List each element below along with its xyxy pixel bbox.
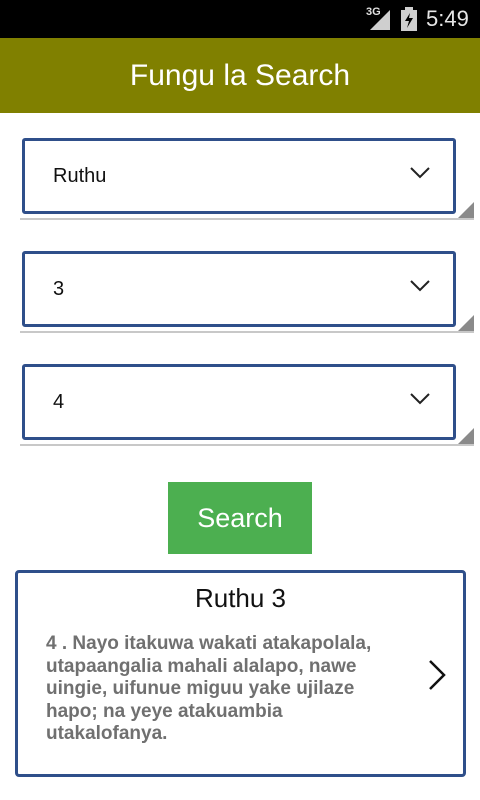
chevron-down-icon [410,393,430,405]
dropdown-corner-indicator [458,202,474,218]
verse-dropdown-value: 4 [53,390,65,413]
verse-dropdown-container: 4 [20,364,474,446]
chevron-down-icon [410,280,430,292]
dropdown-underline [20,218,474,220]
result-verse-text: 4 . Nayo itakuwa wakati atakapolala, uta… [46,633,372,744]
verse-dropdown[interactable]: 4 [22,364,456,440]
status-bar: 3G 5:49 [0,0,480,38]
chapter-dropdown-container: 3 [20,251,474,333]
chapter-dropdown[interactable]: 3 [22,251,456,327]
dropdown-underline [20,444,474,446]
page-title: Fungu la Search [129,58,351,92]
signal-icon [370,10,390,30]
book-dropdown-value: Ruthu [53,164,107,187]
book-dropdown-container: Ruthu [20,138,474,220]
app-bar: Fungu la Search [0,38,480,113]
battery-charging-icon [401,7,417,31]
result-title: Ruthu 3 [194,583,287,613]
chapter-dropdown-value: 3 [53,277,65,300]
chevron-down-icon [410,167,430,179]
result-card[interactable]: Ruthu 3 4 . Nayo itakuwa wakati atakapol… [15,570,466,777]
dropdown-corner-indicator [458,428,474,444]
chevron-right-icon[interactable] [426,659,448,691]
search-button[interactable]: Search [168,482,312,554]
dropdown-corner-indicator [458,315,474,331]
dropdown-underline [20,331,474,333]
book-dropdown[interactable]: Ruthu [22,138,456,214]
clock: 5:49 [426,6,469,31]
